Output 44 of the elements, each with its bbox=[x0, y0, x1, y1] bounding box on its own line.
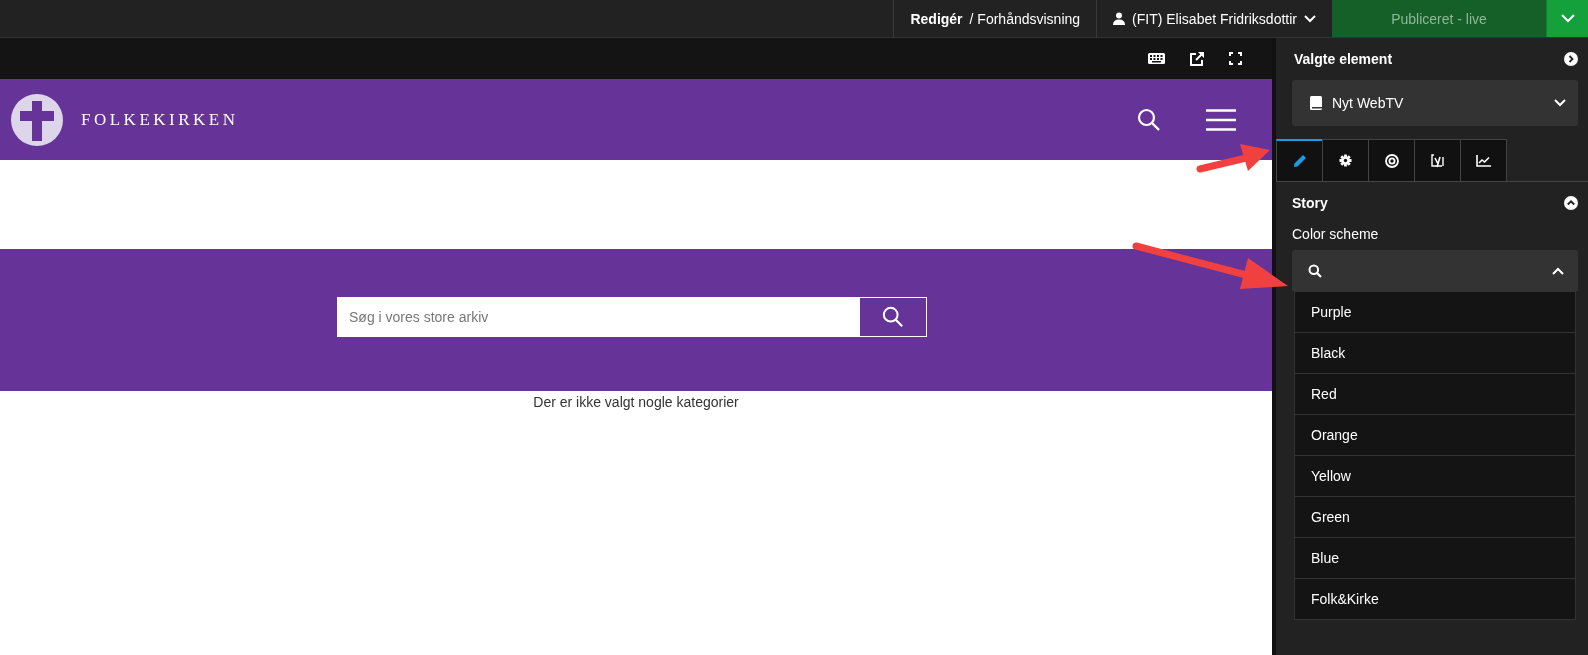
user-icon bbox=[1113, 12, 1126, 25]
dropdown-option[interactable]: Red bbox=[1295, 374, 1575, 415]
menu-icon[interactable] bbox=[1206, 108, 1236, 131]
chevron-down-icon bbox=[1560, 14, 1575, 23]
line-chart-icon bbox=[1476, 154, 1491, 167]
book-icon bbox=[1310, 96, 1322, 110]
brand-name: FOLKEKIRKEN bbox=[81, 109, 239, 130]
keyboard-icon[interactable] bbox=[1148, 53, 1165, 64]
dropdown-option[interactable]: Green bbox=[1295, 497, 1575, 538]
panel-tab[interactable] bbox=[1276, 139, 1323, 181]
collapse-panel-icon[interactable] bbox=[1564, 52, 1578, 66]
dropdown-option[interactable]: Blue bbox=[1295, 538, 1575, 579]
dropdown-option[interactable]: Yellow bbox=[1295, 456, 1575, 497]
element-select[interactable]: Nyt WebTV bbox=[1292, 80, 1578, 126]
panel-tab[interactable] bbox=[1368, 139, 1415, 181]
search-icon bbox=[882, 306, 904, 328]
chevron-up-icon bbox=[1552, 266, 1564, 275]
section-title: Story bbox=[1292, 195, 1328, 211]
chevron-up-icon[interactable] bbox=[1564, 196, 1578, 210]
cross-logo-icon bbox=[10, 92, 64, 147]
panel-tab[interactable] bbox=[1322, 139, 1369, 181]
dropdown-option[interactable]: Orange bbox=[1295, 415, 1575, 456]
publish-menu-button[interactable] bbox=[1546, 0, 1588, 37]
dropdown-option[interactable]: Purple bbox=[1295, 292, 1575, 333]
panel-tab[interactable] bbox=[1414, 139, 1461, 181]
search-field[interactable]: Søg i vores store arkiv bbox=[337, 297, 859, 337]
empty-message: Der er ikke valgt nogle kategorier bbox=[532, 394, 740, 410]
fullscreen-icon[interactable] bbox=[1229, 52, 1242, 65]
chevron-down-icon bbox=[1554, 99, 1566, 107]
search-icon[interactable] bbox=[1137, 107, 1161, 132]
chevron-down-icon bbox=[1304, 14, 1316, 23]
pencil-icon bbox=[1292, 154, 1307, 168]
search-button[interactable] bbox=[859, 297, 927, 337]
field-label: Color scheme bbox=[1292, 226, 1380, 242]
target-icon bbox=[1384, 153, 1399, 168]
seo-icon bbox=[1430, 153, 1445, 168]
gear-icon bbox=[1339, 154, 1352, 167]
external-link-icon[interactable] bbox=[1189, 50, 1205, 67]
panel-title: Valgte element bbox=[1294, 51, 1393, 67]
color-scheme-select[interactable] bbox=[1292, 250, 1578, 291]
dropdown-option[interactable]: Folk&Kirke bbox=[1295, 579, 1575, 619]
panel-tab[interactable] bbox=[1460, 139, 1507, 181]
dropdown-option[interactable]: Black bbox=[1295, 333, 1575, 374]
search-icon bbox=[1308, 263, 1322, 278]
